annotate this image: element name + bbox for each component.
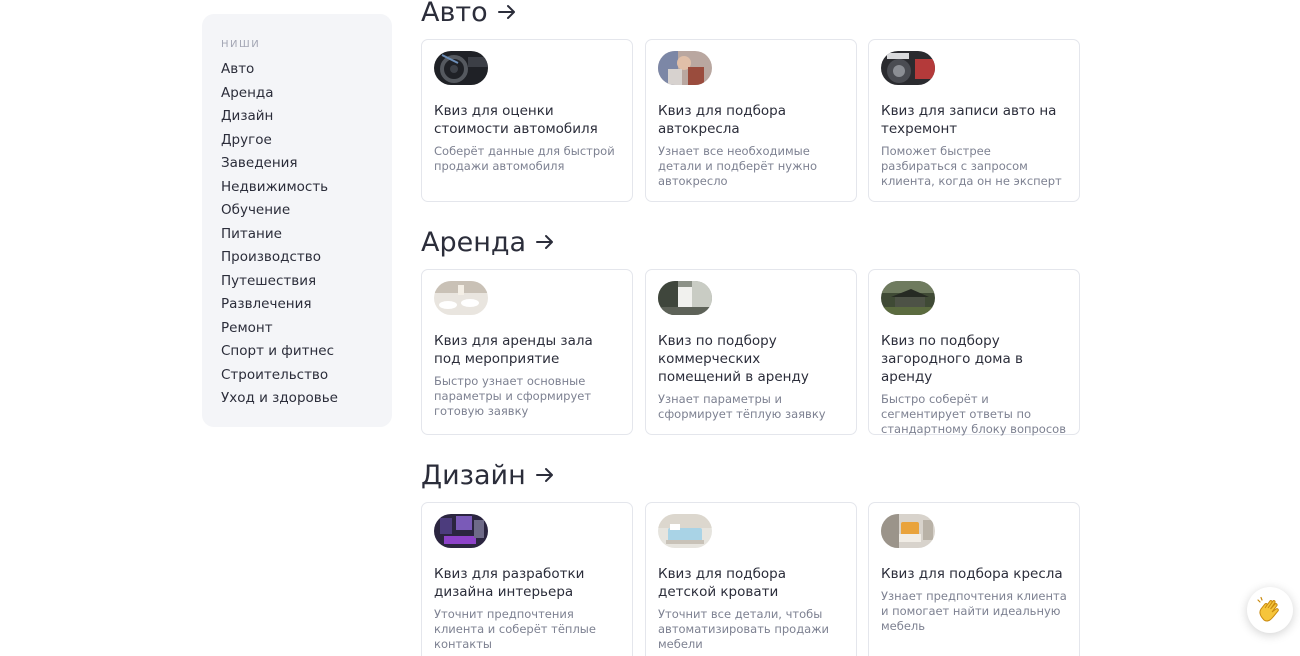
sidebar-item-health[interactable]: Уход и здоровье bbox=[221, 387, 373, 411]
country-house-photo bbox=[881, 281, 935, 315]
section-title-text: Авто bbox=[421, 0, 488, 28]
car-dashboard-photo bbox=[434, 51, 488, 85]
arrow-right-icon bbox=[535, 467, 554, 483]
sidebar-item-auto[interactable]: Авто bbox=[221, 58, 373, 82]
sidebar-item-manufacturing[interactable]: Производство bbox=[221, 246, 373, 270]
quiz-card[interactable]: Квиз для подбора детской кровати Уточнит… bbox=[645, 502, 857, 656]
kids-bed-photo bbox=[658, 514, 712, 548]
sidebar-item-venues[interactable]: Заведения bbox=[221, 152, 373, 176]
sidebar-item-construction[interactable]: Строительство bbox=[221, 364, 373, 388]
section-rent: Аренда bbox=[421, 226, 1081, 258]
quiz-card[interactable]: Квиз для записи авто на техремонт Поможе… bbox=[868, 39, 1080, 202]
office-space-photo bbox=[658, 281, 712, 315]
sidebar-item-design[interactable]: Дизайн bbox=[221, 105, 373, 129]
quiz-card[interactable]: Квиз для аренды зала под мероприятие Быс… bbox=[421, 269, 633, 435]
sidebar-item-real-estate[interactable]: Недвижимость bbox=[221, 176, 373, 200]
quiz-card[interactable]: Квиз для разработки дизайна интерьера Ут… bbox=[421, 502, 633, 656]
card-title: Квиз по подбору загородного дома в аренд… bbox=[881, 333, 1023, 385]
card-description: Уточнит все детали, чтобы автоматизирова… bbox=[658, 607, 830, 651]
section-title-text: Дизайн bbox=[421, 459, 526, 491]
card-title: Квиз для аренды зала под мероприятие bbox=[434, 333, 593, 367]
card-description: Узнает все необходимые детали и подберёт… bbox=[658, 144, 818, 188]
section-title-rent[interactable]: Аренда bbox=[421, 226, 1081, 258]
sidebar-item-education[interactable]: Обучение bbox=[221, 199, 373, 223]
quiz-card[interactable]: Квиз по подбору коммерческих помещений в… bbox=[645, 269, 857, 435]
niches-sidebar: НИШИ Авто Аренда Дизайн Другое Заведения… bbox=[202, 14, 392, 427]
section-title-design[interactable]: Дизайн bbox=[421, 459, 1081, 491]
card-title: Квиз для записи авто на техремонт bbox=[881, 103, 1057, 137]
sidebar-item-rent[interactable]: Аренда bbox=[221, 82, 373, 106]
armchair-photo bbox=[881, 514, 935, 548]
card-title: Квиз для оценки стоимости автомобиля bbox=[434, 103, 598, 137]
sidebar-item-other[interactable]: Другое bbox=[221, 129, 373, 153]
sidebar-item-renovation[interactable]: Ремонт bbox=[221, 317, 373, 341]
sidebar-item-food[interactable]: Питание bbox=[221, 223, 373, 247]
sidebar-item-travel[interactable]: Путешествия bbox=[221, 270, 373, 294]
car-repair-photo bbox=[881, 51, 935, 85]
card-description: Узнает предпочтения клиента и помогает н… bbox=[881, 589, 1067, 633]
chat-widget-button[interactable] bbox=[1247, 587, 1293, 633]
card-title: Квиз по подбору коммерческих помещений в… bbox=[658, 333, 809, 385]
quiz-card[interactable]: Квиз для подбора автокресла Узнает все н… bbox=[645, 39, 857, 202]
card-title: Квиз для подбора кресла bbox=[881, 566, 1063, 582]
card-description: Уточнит предпочтения клиента и соберёт т… bbox=[434, 607, 596, 651]
card-description: Узнает параметры и сформирует тёплую зая… bbox=[658, 392, 826, 421]
card-description: Быстро узнает основные параметры и сформ… bbox=[434, 374, 592, 418]
section-design: Дизайн bbox=[421, 459, 1081, 491]
card-title: Квиз для разработки дизайна интерьера bbox=[434, 566, 585, 600]
sidebar-heading: НИШИ bbox=[221, 39, 261, 50]
arrow-right-icon bbox=[536, 234, 554, 250]
card-description: Поможет быстрее разбираться с запросом к… bbox=[881, 144, 1062, 188]
waving-hand-icon bbox=[1257, 596, 1279, 622]
card-description: Быстро соберёт и сегментирует ответы по … bbox=[881, 392, 1066, 436]
section-title-auto[interactable]: Авто bbox=[421, 0, 1081, 28]
card-description: Соберёт данные для быстрой продажи автом… bbox=[434, 144, 615, 173]
sidebar-item-entertainment[interactable]: Развлечения bbox=[221, 293, 373, 317]
child-car-seat-photo bbox=[658, 51, 712, 85]
quiz-card[interactable]: Квиз по подбору загородного дома в аренд… bbox=[868, 269, 1080, 436]
arrow-right-icon bbox=[497, 4, 516, 20]
section-auto: Авто bbox=[421, 0, 1081, 28]
quiz-card[interactable]: Квиз для подбора кресла Узнает предпочте… bbox=[868, 502, 1080, 656]
section-title-text: Аренда bbox=[421, 226, 527, 258]
quiz-card[interactable]: Квиз для оценки стоимости автомобиля Соб… bbox=[421, 39, 633, 202]
event-hall-photo bbox=[434, 281, 488, 315]
card-title: Квиз для подбора автокресла bbox=[658, 103, 787, 137]
sidebar-item-sport[interactable]: Спорт и фитнес bbox=[221, 340, 373, 364]
purple-interior-photo bbox=[434, 514, 488, 548]
card-title: Квиз для подбора детской кровати bbox=[658, 566, 787, 600]
